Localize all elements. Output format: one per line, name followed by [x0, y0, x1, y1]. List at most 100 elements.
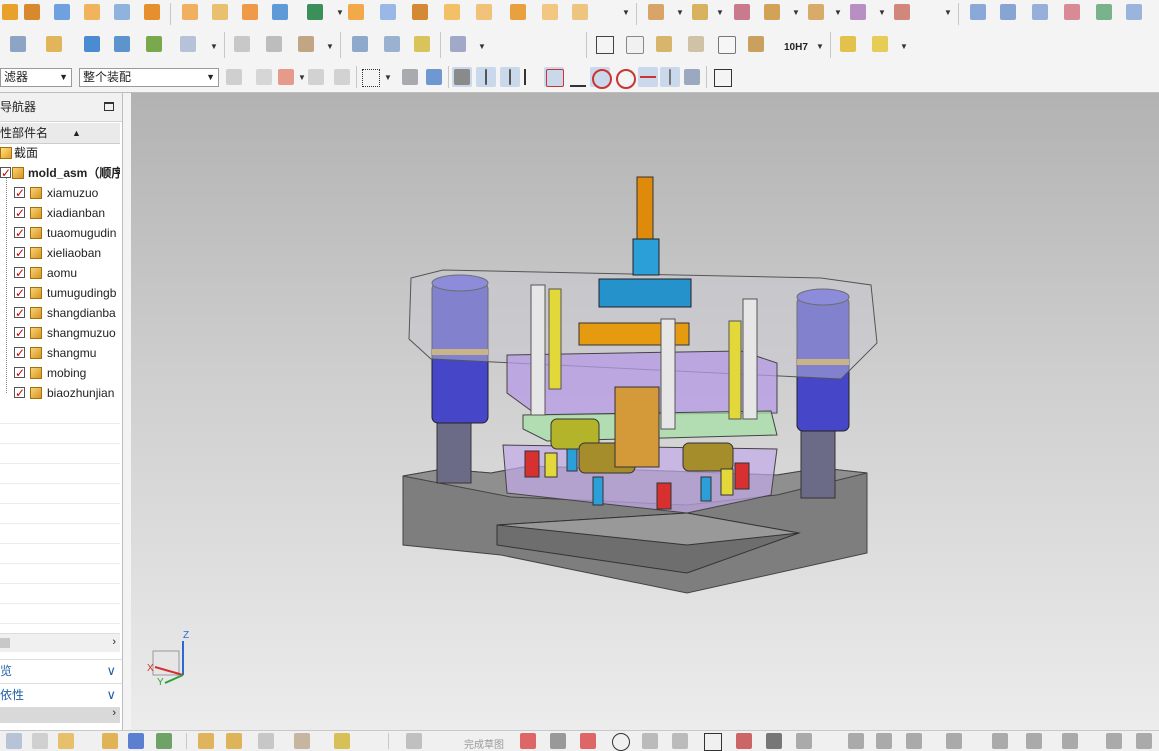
- curve-snap-icon[interactable]: [522, 67, 542, 87]
- scroll-thumb[interactable]: [0, 638, 10, 648]
- swept-icon[interactable]: [1030, 2, 1050, 22]
- box-select-icon[interactable]: [360, 67, 380, 87]
- gear-icon[interactable]: [412, 34, 432, 54]
- chevron-right-icon[interactable]: ›: [112, 636, 116, 648]
- wave-icon[interactable]: [292, 731, 312, 751]
- section-curve-icon[interactable]: [296, 34, 316, 54]
- chevron-down-icon[interactable]: ▼: [336, 8, 344, 17]
- trim-body-icon[interactable]: [474, 2, 494, 22]
- chevron-down-icon[interactable]: ▼: [210, 42, 218, 51]
- tree-item-mobing[interactable]: mobing: [0, 363, 120, 383]
- tree-item-shangmuzuo[interactable]: shangmuzuo: [0, 323, 120, 343]
- snap-all-icon[interactable]: [332, 67, 352, 87]
- pattern-icon[interactable]: [210, 2, 230, 22]
- grid-pattern-icon[interactable]: [240, 2, 260, 22]
- tree-item-tuaomugudin[interactable]: tuaomugudin: [0, 223, 120, 243]
- tree-item-xieliaoban[interactable]: xieliaoban: [0, 243, 120, 263]
- visibility-checkbox[interactable]: [0, 163, 11, 183]
- layer-icon[interactable]: [30, 731, 50, 751]
- chevron-down-icon[interactable]: ▼: [878, 8, 886, 17]
- tree-item-xiamuzuo[interactable]: xiamuzuo: [0, 183, 120, 203]
- point-icon[interactable]: [276, 67, 296, 87]
- intersection-snap-icon[interactable]: [544, 67, 564, 87]
- rectangle-icon[interactable]: [702, 731, 722, 751]
- corner-icon[interactable]: [904, 731, 924, 751]
- center-snap-icon[interactable]: [590, 67, 612, 89]
- tree-item-section[interactable]: 截面: [0, 143, 120, 163]
- triangle-icon[interactable]: [594, 34, 614, 54]
- bound-icon[interactable]: [540, 2, 560, 22]
- curve-icon[interactable]: [232, 34, 252, 54]
- chevron-down-icon[interactable]: ▼: [816, 42, 824, 51]
- brush-icon[interactable]: [746, 34, 766, 54]
- standard-part-icon[interactable]: [806, 2, 826, 22]
- horizontal-scrollbar[interactable]: ›: [0, 633, 120, 652]
- tree-item-aomu[interactable]: aomu: [0, 263, 120, 283]
- motion-icon[interactable]: [448, 34, 468, 54]
- visibility-checkbox[interactable]: [14, 383, 25, 403]
- note-icon[interactable]: [716, 34, 736, 54]
- filter-reset-icon[interactable]: [224, 67, 244, 87]
- line-icon[interactable]: [548, 731, 568, 751]
- unite-icon[interactable]: [270, 2, 290, 22]
- shell-icon[interactable]: [346, 2, 366, 22]
- sketch-icon[interactable]: [4, 731, 24, 751]
- pad-icon[interactable]: [82, 2, 102, 22]
- maximize-icon[interactable]: [104, 102, 114, 111]
- assembly-scope-select[interactable]: 整个装配 ▼: [79, 68, 219, 87]
- tree-item-biaozhunjian[interactable]: biaozhunjian: [0, 383, 120, 403]
- chevron-down-icon[interactable]: ▼: [834, 8, 842, 17]
- chevron-down-icon[interactable]: ▼: [622, 8, 630, 17]
- visibility-checkbox[interactable]: [14, 223, 25, 243]
- tree-item-xiadianban[interactable]: xiadianban: [0, 203, 120, 223]
- graphics-viewport[interactable]: Z X Y: [131, 93, 1159, 730]
- table-icon[interactable]: [624, 34, 644, 54]
- n-sided-icon[interactable]: [1062, 2, 1082, 22]
- mold-assembly-model[interactable]: Z X Y: [131, 93, 1159, 730]
- assembly-icon[interactable]: [8, 34, 28, 54]
- tree-item-shangmu[interactable]: shangmu: [0, 343, 120, 363]
- visibility-checkbox[interactable]: [14, 283, 25, 303]
- chevron-down-icon[interactable]: ▼: [478, 42, 486, 51]
- clearance-icon[interactable]: [332, 731, 352, 751]
- replace-component-icon[interactable]: [224, 731, 244, 751]
- visibility-checkbox[interactable]: [14, 363, 25, 383]
- polygon-icon[interactable]: [734, 731, 754, 751]
- blend-icon[interactable]: [378, 2, 398, 22]
- mirror-icon[interactable]: [126, 731, 146, 751]
- offset-curve-icon[interactable]: [794, 731, 814, 751]
- dimension-icon[interactable]: [654, 34, 674, 54]
- chamfer-sketch-icon[interactable]: [670, 731, 690, 751]
- visibility-checkbox[interactable]: [14, 343, 25, 363]
- chevron-down-icon[interactable]: ▼: [944, 8, 952, 17]
- tangent-snap-icon[interactable]: [660, 67, 680, 87]
- chevron-down-icon[interactable]: ▼: [716, 8, 724, 17]
- endpoint-snap-icon[interactable]: [452, 67, 472, 87]
- visibility-checkbox[interactable]: [14, 303, 25, 323]
- mold-base-icon[interactable]: [762, 2, 782, 22]
- block-icon[interactable]: [52, 2, 72, 22]
- constraint-icon[interactable]: [144, 34, 164, 54]
- face-snap-icon[interactable]: [682, 67, 702, 87]
- chevron-down-icon[interactable]: ▼: [326, 42, 334, 51]
- offset-surface-icon[interactable]: [1124, 2, 1144, 22]
- tree-item-mold-asm[interactable]: mold_asm（顺序: [0, 163, 120, 183]
- hole-table-icon[interactable]: [686, 34, 706, 54]
- weld-icon[interactable]: [838, 34, 858, 54]
- tree-item-tumugudingb[interactable]: tumugudingb: [0, 283, 120, 303]
- trim-icon[interactable]: [846, 731, 866, 751]
- add-component-icon[interactable]: [82, 34, 102, 54]
- partition-icon[interactable]: [690, 2, 710, 22]
- chevron-down-icon[interactable]: ▼: [384, 73, 392, 82]
- body-select-icon[interactable]: [400, 67, 420, 87]
- visibility-checkbox[interactable]: [14, 183, 25, 203]
- arc-icon[interactable]: [578, 731, 598, 751]
- component-icon[interactable]: [44, 34, 64, 54]
- point-sketch-icon[interactable]: [764, 731, 784, 751]
- perpendicular-snap-icon[interactable]: [568, 67, 588, 87]
- law-extension-icon[interactable]: [1094, 2, 1114, 22]
- tolerance-icon[interactable]: 10H7: [784, 32, 808, 53]
- rapid-dimension-icon[interactable]: [1104, 731, 1124, 751]
- visibility-checkbox[interactable]: [14, 203, 25, 223]
- text-icon[interactable]: [178, 34, 198, 54]
